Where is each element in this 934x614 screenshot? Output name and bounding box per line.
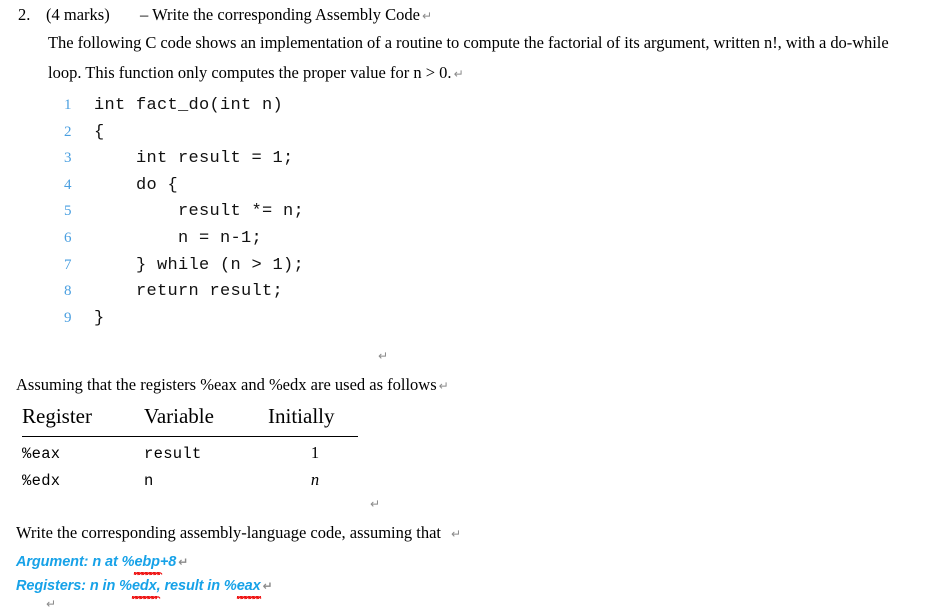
table-row: %eax result 1: [22, 443, 362, 470]
question-title-text: – Write the corresponding Assembly Code: [140, 5, 420, 24]
code-line-text: do {: [94, 175, 179, 195]
cell-variable: n: [144, 472, 154, 490]
question-marks: (4 marks): [46, 5, 110, 24]
code-line-text: }: [94, 308, 105, 328]
column-header-variable: Variable: [144, 404, 214, 428]
code-line: 2 {: [64, 123, 484, 150]
cell-register: %edx: [22, 472, 61, 490]
code-line-text: } while (n > 1);: [94, 255, 305, 275]
code-line-number: 1: [64, 97, 72, 113]
code-line: 1 int fact_do(int n): [64, 96, 484, 123]
cell-initially: 1: [310, 443, 320, 462]
code-line-text: int fact_do(int n): [94, 96, 284, 115]
code-line: 3 int result = 1;: [64, 149, 484, 176]
intro-paragraph-line-1: The following C code shows an implementa…: [48, 33, 889, 52]
table-header-divider: [22, 436, 358, 437]
code-line-number: 4: [64, 176, 72, 193]
question-title: – Write the corresponding Assembly Code ↵: [140, 4, 432, 26]
code-line: 7 } while (n > 1);: [64, 256, 484, 283]
code-line-text: int result = 1;: [94, 149, 294, 169]
code-line-number: 5: [64, 203, 72, 220]
table-header-row: Register Variable Initially: [22, 404, 362, 434]
annotation-argument: Argument: n at %ebp +8 ↵: [16, 552, 189, 576]
code-line-number: 2: [64, 123, 72, 140]
paragraph-return-icon: ↵: [453, 67, 464, 81]
annotation-argument-register-word: ebp: [133, 552, 163, 576]
code-line: 5 result *= n;: [64, 202, 484, 229]
code-line: 9 }: [64, 309, 484, 336]
annotation-registers-word-edx: edx: [131, 576, 161, 600]
paragraph-return-icon: ↵: [262, 579, 273, 593]
code-line-text: return result;: [94, 282, 284, 302]
annotation-registers: Registers: n in %edx, result in %eax ↵: [16, 576, 273, 600]
annotation-registers-prefix: Registers: n in %: [16, 578, 132, 594]
table-row: %edx n n: [22, 470, 362, 497]
annotation-argument-prefix: Argument: n at %: [16, 554, 135, 570]
paragraph-return-icon: ↵: [451, 527, 462, 541]
code-line-text: {: [94, 122, 105, 142]
code-line-text: n = n-1;: [94, 228, 263, 248]
paragraph-return-icon: ↵: [370, 497, 381, 511]
write-assembly-instruction-text: Write the corresponding assembly-languag…: [16, 523, 442, 542]
assuming-registers-text: Assuming that the registers %eax and %ed…: [16, 374, 449, 396]
paragraph-return-icon: ↵: [421, 9, 433, 23]
paragraph-return-icon: ↵: [46, 597, 57, 611]
code-line-number: 8: [64, 283, 72, 300]
paragraph-return-icon: ↵: [378, 349, 389, 363]
cell-initially: n: [310, 470, 320, 489]
intro-paragraph-line-2-text: loop. This function only computes the pr…: [48, 63, 452, 82]
code-line: 6 n = n-1;: [64, 229, 484, 256]
code-line-number: 6: [64, 229, 72, 246]
code-line: 8 return result;: [64, 282, 484, 309]
annotation-registers-word-eax: eax: [236, 576, 262, 600]
code-line-number: 9: [64, 309, 72, 326]
paragraph-return-icon: ↵: [178, 555, 189, 569]
question-number: 2.: [18, 5, 31, 24]
paragraph-return-icon: ↵: [438, 379, 449, 393]
code-line-text: result *= n;: [94, 202, 305, 222]
code-line-number: 3: [64, 150, 72, 167]
cell-variable: result: [144, 445, 202, 463]
cell-register: %eax: [22, 445, 61, 463]
annotation-argument-suffix: +8: [159, 554, 177, 570]
annotation-registers-middle: , result in %: [156, 578, 237, 594]
register-usage-table: Register Variable Initially %eax result …: [22, 404, 362, 497]
write-assembly-instruction: Write the corresponding assembly-languag…: [16, 522, 461, 544]
column-header-register: Register: [22, 404, 92, 428]
column-header-initially: Initially: [268, 404, 335, 428]
c-code-listing: 1 int fact_do(int n) 2 { 3 int result = …: [64, 96, 484, 335]
intro-paragraph-line-2: loop. This function only computes the pr…: [48, 62, 464, 84]
code-line: 4 do {: [64, 176, 484, 203]
assuming-registers-label: Assuming that the registers %eax and %ed…: [16, 375, 437, 394]
code-line-number: 7: [64, 256, 72, 273]
